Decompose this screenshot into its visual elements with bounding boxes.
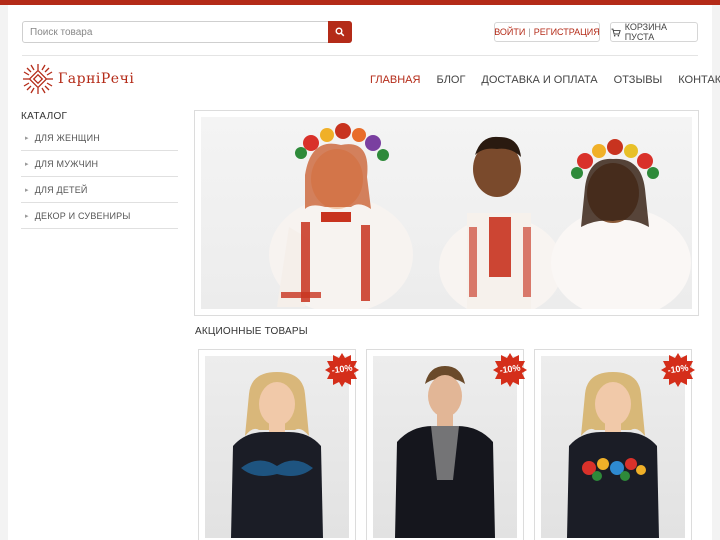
- header-divider: [22, 55, 698, 56]
- nav-item-delivery[interactable]: ДОСТАВКА И ОПЛАТА: [481, 74, 597, 86]
- nav-item-home[interactable]: ГЛАВНАЯ: [370, 74, 420, 86]
- search-icon: [335, 27, 345, 37]
- page-container: ВОЙТИ | РЕГИСТРАЦИЯ КОРЗИНА ПУСТА: [8, 5, 720, 540]
- promo-section-title: АКЦИОННЫЕ ТОВАРЫ: [195, 326, 308, 337]
- nav-item-blog[interactable]: БЛОГ: [436, 74, 465, 86]
- register-link[interactable]: РЕГИСТРАЦИЯ: [534, 27, 600, 37]
- chevron-right-icon: ▸: [25, 160, 29, 168]
- catalog-item-label: ДЛЯ ЖЕНЩИН: [34, 132, 100, 143]
- cart-label: КОРЗИНА ПУСТА: [624, 22, 668, 42]
- hero-banner[interactable]: [194, 110, 699, 316]
- chevron-right-icon: ▸: [25, 134, 29, 142]
- nav-item-contacts[interactable]: КОНТАКТЫ: [678, 74, 720, 86]
- cart-icon: [611, 28, 621, 36]
- catalog-item-label: ДЕКОР И СУВЕНИРЫ: [34, 210, 131, 221]
- banner-image: [201, 117, 692, 309]
- auth-links: ВОЙТИ | РЕГИСТРАЦИЯ: [494, 22, 600, 42]
- catalog-item-kids[interactable]: ▸ ДЛЯ ДЕТЕЙ: [21, 177, 178, 203]
- search-box: [22, 21, 352, 43]
- catalog-list: ▸ ДЛЯ ЖЕНЩИН ▸ ДЛЯ МУЖЧИН ▸ ДЛЯ ДЕТЕЙ ▸ ДЕКО…: [21, 125, 178, 229]
- nav-item-reviews[interactable]: ОТЗЫВЫ: [614, 74, 663, 86]
- cart-button[interactable]: КОРЗИНА ПУСТА: [610, 22, 698, 42]
- sun-ornament-icon: [23, 64, 53, 94]
- sale-badge: -10%: [324, 352, 360, 388]
- chevron-right-icon: ▸: [25, 186, 29, 194]
- catalog-item-decor[interactable]: ▸ ДЕКОР И СУВЕНИРЫ: [21, 203, 178, 229]
- logo-text: ГарніРечі: [58, 71, 135, 87]
- main-nav: ГЛАВНАЯ БЛОГ ДОСТАВКА И ОПЛАТА ОТЗЫВЫ КО…: [370, 74, 720, 86]
- kids-in-embroidered-shirts-illustration: [269, 123, 691, 309]
- site-logo[interactable]: ГарніРечі: [22, 61, 142, 97]
- sale-badge: -10%: [492, 352, 528, 388]
- catalog-item-label: ДЛЯ МУЖЧИН: [34, 158, 99, 169]
- catalog-item-label: ДЛЯ ДЕТЕЙ: [34, 184, 88, 195]
- auth-separator: |: [528, 27, 531, 37]
- catalog-title: КАТАЛОГ: [21, 111, 68, 122]
- catalog-item-women[interactable]: ▸ ДЛЯ ЖЕНЩИН: [21, 125, 178, 151]
- chevron-right-icon: ▸: [25, 212, 29, 220]
- sale-badge: -10%: [660, 352, 696, 388]
- search-button[interactable]: [328, 21, 352, 43]
- login-link[interactable]: ВОЙТИ: [494, 27, 525, 37]
- search-input[interactable]: [23, 22, 328, 42]
- catalog-item-men[interactable]: ▸ ДЛЯ МУЖЧИН: [21, 151, 178, 177]
